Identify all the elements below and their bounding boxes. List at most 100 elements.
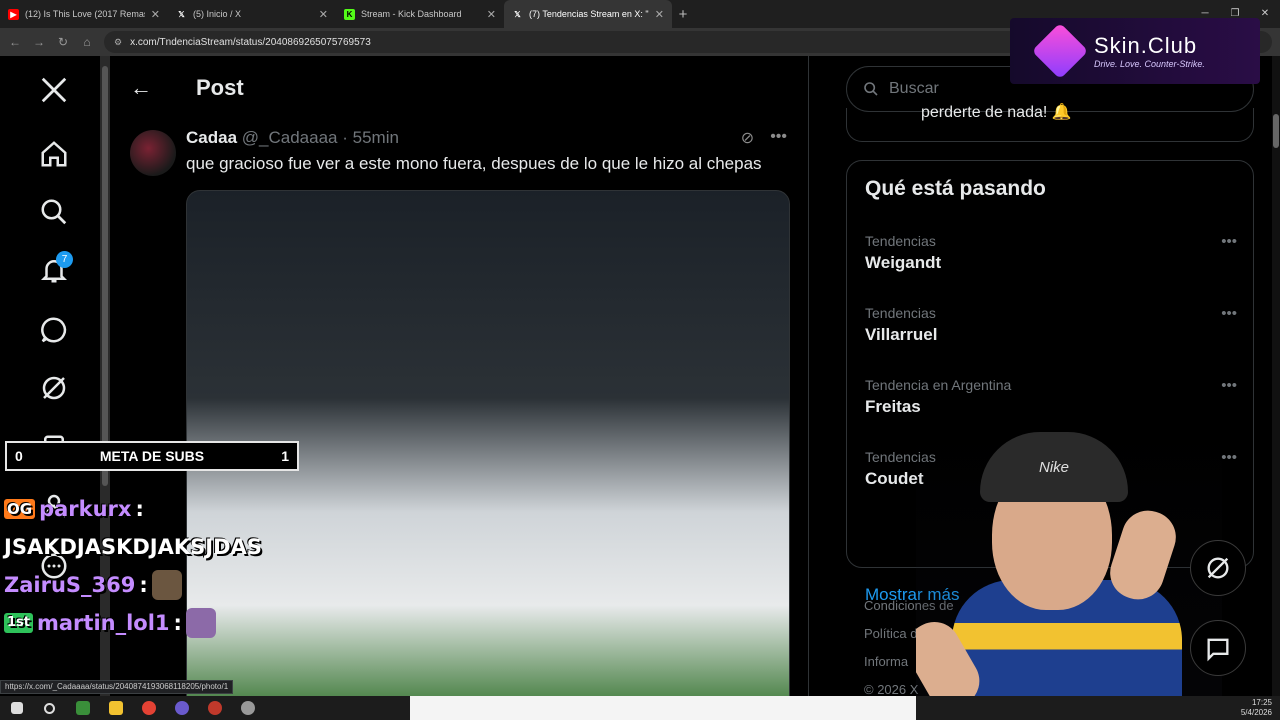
folder-icon[interactable] — [99, 696, 132, 720]
trend-name: Weigandt — [865, 253, 942, 272]
sub-goal-target: 1 — [281, 448, 289, 464]
x-icon: 𝕏 — [178, 9, 185, 19]
chat-colon: : — [173, 611, 182, 635]
obs-icon[interactable] — [165, 696, 198, 720]
notification-badge: 7 — [56, 251, 73, 268]
windows-taskbar: 17:25 5/4/2026 — [0, 696, 1280, 720]
trend-category: Tendencia en Argentina — [865, 377, 1012, 393]
chat-username: parkurx — [39, 497, 132, 521]
more-options-icon[interactable]: ••• — [1221, 377, 1237, 394]
system-clock: 17:25 5/4/2026 — [1241, 698, 1272, 718]
tab-kick[interactable]: K Stream - Kick Dashboard ✕ — [336, 0, 504, 28]
forward-icon[interactable]: → — [32, 35, 46, 49]
taskbar-overlay-strip — [410, 696, 916, 720]
tab-title: (5) Inicio / X — [193, 9, 242, 19]
trend-category: Tendencias — [865, 233, 936, 249]
chrome-icon[interactable] — [132, 696, 165, 720]
chat-colon: : — [135, 497, 144, 521]
close-tab-icon[interactable]: ✕ — [151, 8, 160, 21]
more-options-icon[interactable]: ••• — [1221, 449, 1237, 466]
sponsor-tagline: Drive. Love. Counter-Strike. — [1094, 59, 1205, 69]
author-line: Cadaa @_Cadaaaa · 55min — [186, 128, 399, 148]
chat-colon: : — [139, 573, 148, 597]
close-tab-icon[interactable]: ✕ — [319, 8, 328, 21]
sponsor-logo: Skin.Club Drive. Love. Counter-Strike. — [1010, 18, 1260, 84]
display-name[interactable]: Cadaa — [186, 128, 237, 147]
chat-text: JSAKDJASKDJAKSJDAS — [4, 535, 262, 559]
scrollbar-thumb[interactable] — [102, 66, 108, 486]
first-badge: 1st — [4, 613, 33, 633]
back-arrow-icon[interactable]: ← — [130, 75, 152, 101]
messages-icon — [1207, 638, 1229, 662]
search-icon[interactable] — [34, 192, 74, 232]
search-icon — [864, 82, 878, 96]
webcam-overlay: Nike — [916, 420, 1222, 696]
scrollbar-thumb[interactable] — [1273, 114, 1279, 148]
separator: · — [342, 128, 348, 147]
sub-goal-current: 0 — [15, 448, 23, 464]
grok-icon[interactable]: ⊘ — [741, 128, 754, 148]
home-page-icon[interactable]: ⌂ — [80, 35, 94, 49]
timestamp[interactable]: 55min — [353, 128, 399, 147]
start-icon[interactable] — [0, 696, 33, 720]
tab-title: (7) Tendencias Stream en X: ""M — [529, 9, 649, 19]
page-scrollbar[interactable] — [1272, 56, 1280, 696]
sponsor-brand: Skin.Club — [1094, 33, 1198, 58]
trend-item[interactable]: Tendencias Weigandt ••• — [865, 233, 1237, 293]
tab-title: (12) Is This Love (2017 Remaste — [25, 9, 145, 19]
site-info-icon[interactable]: ⚙ — [114, 37, 122, 48]
search-icon[interactable] — [33, 696, 66, 720]
x-logo-icon[interactable] — [34, 70, 74, 110]
grok-icon — [1207, 557, 1229, 579]
close-tab-icon[interactable]: ✕ — [487, 8, 496, 21]
tab-youtube[interactable]: ▶ (12) Is This Love (2017 Remaste ✕ — [0, 0, 168, 28]
chat-message: 1st martin_lol1 : — [4, 604, 334, 642]
search-placeholder: Buscar — [889, 80, 939, 97]
previous-card-text: perderte de nada! 🔔 — [921, 104, 1072, 121]
app-icon[interactable] — [198, 696, 231, 720]
post-header: ← Post — [110, 56, 808, 120]
chat-message: JSAKDJASKDJAKSJDAS — [4, 528, 334, 566]
link-status-bar: https://x.com/_Cadaaaa/status/2040874193… — [0, 680, 234, 694]
og-badge: OG — [4, 499, 36, 519]
tab-title: Stream - Kick Dashboard — [361, 9, 462, 19]
emote-icon — [151, 570, 182, 600]
tab-x-trends[interactable]: 𝕏 (7) Tendencias Stream en X: ""M ✕ — [504, 0, 672, 28]
close-tab-icon[interactable]: ✕ — [655, 8, 664, 21]
more-options-icon[interactable]: ••• — [770, 128, 787, 148]
stream-chat-overlay: OG parkurx : JSAKDJASKDJAKSJDAS ZairuS_3… — [4, 490, 334, 642]
messages-icon[interactable] — [34, 310, 74, 350]
more-options-icon[interactable]: ••• — [1221, 305, 1237, 322]
trend-item[interactable]: Tendencias Villarruel ••• — [865, 305, 1237, 365]
app-icon[interactable] — [231, 696, 264, 720]
emote-icon — [185, 608, 216, 638]
handle[interactable]: @_Cadaaaa — [242, 128, 338, 147]
tab-x-home[interactable]: 𝕏 (5) Inicio / X ✕ — [168, 0, 336, 28]
chat-message: OG parkurx : — [4, 490, 334, 528]
trends-title: Qué está pasando — [865, 177, 1046, 200]
post-tools: ⊘ ••• — [741, 128, 787, 148]
trend-category: Tendencias — [865, 305, 936, 321]
reload-icon[interactable]: ↻ — [56, 35, 70, 49]
home-icon[interactable] — [34, 134, 74, 174]
chat-username: ZairuS_369 — [4, 573, 136, 597]
clock-time: 17:25 — [1251, 698, 1272, 707]
grok-icon[interactable] — [34, 368, 74, 408]
avatar[interactable] — [130, 130, 176, 176]
x-icon: 𝕏 — [514, 9, 521, 19]
back-icon[interactable]: ← — [8, 35, 22, 49]
kick-icon: K — [344, 8, 355, 20]
youtube-icon: ▶ — [8, 8, 19, 20]
clock-date: 5/4/2026 — [1240, 708, 1272, 717]
app-icon[interactable] — [66, 696, 99, 720]
page-title: Post — [196, 75, 244, 100]
new-tab-button[interactable]: + — [672, 0, 694, 28]
sub-goal-bar: 0 META DE SUBS 1 — [5, 441, 299, 471]
post-text: que gracioso fue ver a este mono fuera, … — [186, 154, 762, 173]
messages-float-button[interactable] — [1190, 620, 1246, 676]
trend-name: Freitas — [865, 397, 921, 416]
grok-float-button[interactable] — [1190, 540, 1246, 596]
more-options-icon[interactable]: ••• — [1221, 233, 1237, 250]
sub-goal-label: META DE SUBS — [99, 448, 205, 464]
chat-username: martin_lol1 — [37, 611, 170, 635]
